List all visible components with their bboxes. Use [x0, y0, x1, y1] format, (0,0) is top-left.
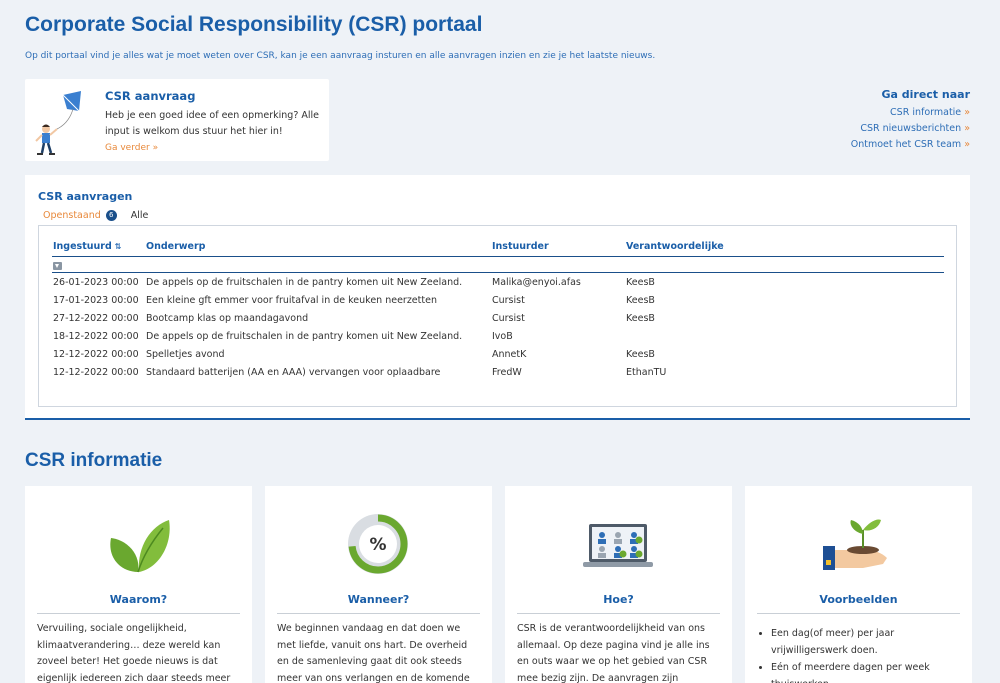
- quick-link-label: CSR informatie: [890, 107, 962, 118]
- cell-date: 12-12-2022 00:00: [53, 349, 139, 360]
- quick-links-title: Ga direct naar: [881, 88, 970, 101]
- table-body: 26-01-2023 00:00 De appels op de fruitsc…: [52, 276, 944, 384]
- info-card-text: CSR is de verantwoordelijkheid van ons a…: [517, 623, 710, 683]
- table-row[interactable]: 12-12-2022 00:00 Spelletjes avond AnnetK…: [52, 348, 944, 366]
- cell-sender: Cursist: [492, 295, 525, 306]
- filter-row: [52, 259, 944, 273]
- divider: [37, 613, 240, 614]
- examples-list: Een dag(of meer) per jaar vrijwilligersw…: [771, 626, 961, 683]
- info-section-title: CSR informatie: [25, 450, 163, 471]
- tab-open[interactable]: Openstaand 6: [43, 210, 117, 221]
- tab-open-label: Openstaand: [43, 210, 101, 221]
- cell-owner: EthanTU: [626, 367, 667, 378]
- page-title: Corporate Social Responsibility (CSR) po…: [25, 13, 483, 36]
- table-row[interactable]: 27-12-2022 00:00 Bootcamp klas op maanda…: [52, 312, 944, 330]
- cell-date: 27-12-2022 00:00: [53, 313, 139, 324]
- svg-text:%: %: [369, 535, 386, 555]
- cell-subject: Een kleine gft emmer voor fruitafval in …: [146, 295, 437, 306]
- info-card-text: Vervuiling, sociale ongelijkheid, klimaa…: [37, 623, 231, 683]
- cell-sender: AnnetK: [492, 349, 527, 360]
- request-card-title: CSR aanvraag: [105, 89, 196, 103]
- info-card-title: Voorbeelden: [819, 593, 898, 606]
- page-intro: Op dit portaal vind je alles wat je moet…: [25, 51, 656, 61]
- percentage-icon: %: [348, 514, 408, 574]
- sort-icon[interactable]: ⇅: [115, 242, 122, 251]
- cell-sender: Malika@enyoi.afas: [492, 277, 581, 288]
- divider: [277, 613, 480, 614]
- cell-date: 26-01-2023 00:00: [53, 277, 139, 288]
- quick-link-label: Ontmoet het CSR team: [850, 139, 962, 150]
- quick-link-csr-news[interactable]: CSR nieuwsberichten »: [851, 121, 970, 137]
- quick-link-csr-info[interactable]: CSR informatie »: [851, 105, 970, 121]
- column-header-sender[interactable]: Instuurder: [492, 241, 549, 252]
- chevron-right-icon: »: [964, 107, 970, 118]
- column-header-subject[interactable]: Onderwerp: [146, 241, 205, 252]
- cell-owner: KeesB: [626, 277, 655, 288]
- quick-links: Ga direct naar CSR informatie » CSR nieu…: [851, 88, 970, 153]
- tab-all[interactable]: Alle: [131, 210, 149, 221]
- divider: [757, 613, 960, 614]
- hand-plant-icon: [823, 519, 887, 570]
- cell-owner: KeesB: [626, 313, 655, 324]
- table-header: Ingestuurd ⇅ Onderwerp Instuurder Verantw…: [52, 241, 944, 257]
- requests-title: CSR aanvragen: [38, 190, 133, 203]
- cell-date: 18-12-2022 00:00: [53, 331, 139, 342]
- cell-sender: FredW: [492, 367, 522, 378]
- column-header-submitted[interactable]: Ingestuurd ⇅: [53, 241, 121, 252]
- cell-owner: KeesB: [626, 349, 655, 360]
- quick-link-csr-team[interactable]: Ontmoet het CSR team »: [851, 137, 970, 153]
- table-row[interactable]: 18-12-2022 00:00 De appels op de fruitsc…: [52, 330, 944, 348]
- info-card-when: % Wanneer? We beginnen vandaag en dat do…: [265, 486, 492, 683]
- table-row[interactable]: 17-01-2023 00:00 Een kleine gft emmer vo…: [52, 294, 944, 312]
- info-card-how: Hoe? CSR is de verantwoordelijkheid van …: [505, 486, 732, 683]
- info-card-title: Waarom?: [109, 593, 168, 606]
- request-card: CSR aanvraag Heb je een goed idee of een…: [25, 79, 329, 161]
- column-header-owner[interactable]: Verantwoordelijke: [626, 241, 724, 252]
- leaves-icon: [110, 520, 170, 573]
- chevron-right-icon: »: [964, 139, 970, 150]
- info-card-title: Hoe?: [603, 593, 634, 606]
- kite-illustration: [35, 91, 81, 155]
- cell-subject: De appels op de fruitschalen in de pantr…: [146, 277, 463, 288]
- cell-subject: De appels op de fruitschalen in de pantr…: [146, 331, 463, 342]
- requests-section: CSR aanvragen Openstaand 6 Alle Ingestuur…: [25, 175, 970, 419]
- cell-date: 12-12-2022 00:00: [53, 367, 139, 378]
- filter-icon[interactable]: [53, 262, 62, 270]
- cell-sender: IvoB: [492, 331, 513, 342]
- request-card-text: Heb je een goed idee of een opmerking? A…: [105, 110, 320, 137]
- info-card-text: We beginnen vandaag en dat doen we met l…: [277, 623, 470, 683]
- cell-date: 17-01-2023 00:00: [53, 295, 139, 306]
- list-item: Een dag(of meer) per jaar vrijwilligersw…: [771, 626, 961, 659]
- column-label: Ingestuurd: [53, 241, 112, 252]
- table-row[interactable]: 26-01-2023 00:00 De appels op de fruitsc…: [52, 276, 944, 294]
- list-item: Eén of meerdere dagen per week thuiswerk…: [771, 660, 961, 683]
- open-count-badge: 6: [105, 210, 117, 221]
- divider: [517, 613, 720, 614]
- laptop-team-icon: [583, 524, 653, 567]
- info-card-examples: Voorbeelden Een dag(of meer) per jaar vr…: [745, 486, 972, 683]
- chevron-right-icon: »: [964, 123, 970, 134]
- quick-link-label: CSR nieuwsberichten: [860, 123, 962, 134]
- cell-subject: Bootcamp klas op maandagavond: [146, 313, 309, 324]
- table-row[interactable]: 12-12-2022 00:00 Standaard batterijen (A…: [52, 366, 944, 384]
- cell-sender: Cursist: [492, 313, 525, 324]
- request-card-link[interactable]: Ga verder »: [105, 143, 158, 153]
- info-card-title: Wanneer?: [347, 593, 410, 606]
- cell-subject: Spelletjes avond: [146, 349, 225, 360]
- section-divider: [25, 418, 970, 420]
- requests-table: Ingestuurd ⇅ Onderwerp Instuurder Verantw…: [38, 225, 957, 407]
- requests-tabs: Openstaand 6 Alle: [43, 210, 148, 221]
- info-card-why: Waarom? Vervuiling, sociale ongelijkheid…: [25, 486, 252, 683]
- cell-owner: KeesB: [626, 295, 655, 306]
- cell-subject: Standaard batterijen (AA en AAA) vervang…: [146, 367, 441, 378]
